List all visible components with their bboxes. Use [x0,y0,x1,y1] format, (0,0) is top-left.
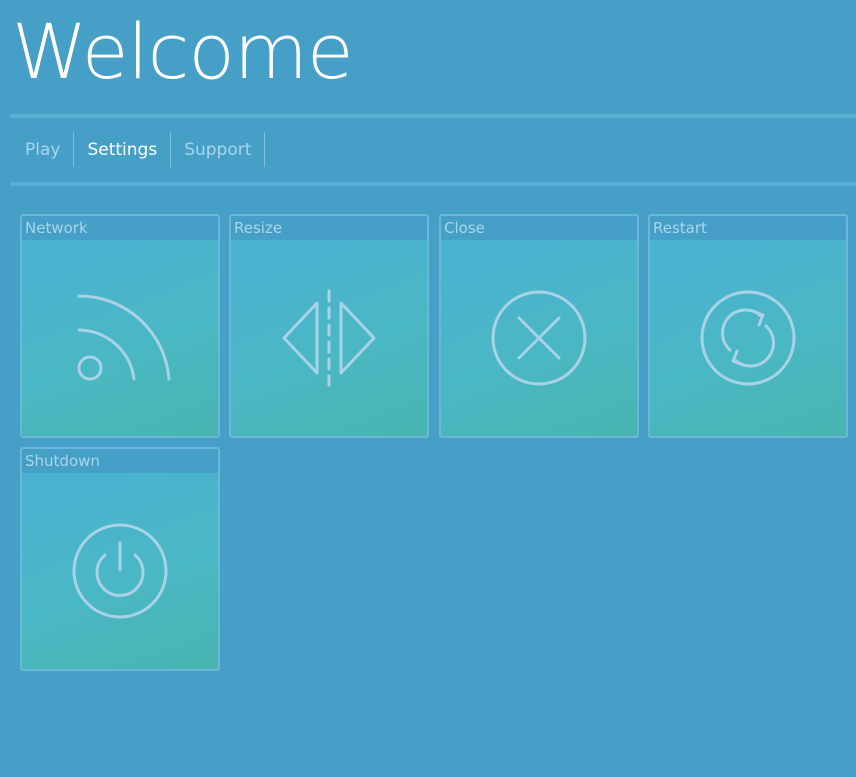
wifi-signal-icon [22,240,218,436]
power-icon [22,473,218,669]
tile-label: Close [441,216,637,240]
tile-label: Network [22,216,218,240]
nav-item-settings[interactable]: Settings [74,132,172,167]
tile-resize[interactable]: Resize [229,214,429,438]
nav-item-play[interactable]: Play [12,132,75,167]
tile-label: Resize [231,216,427,240]
nav-item-support[interactable]: Support [171,132,266,167]
tile-label: Restart [650,216,846,240]
nav-divider [10,182,856,186]
tile-shutdown[interactable]: Shutdown [20,447,220,671]
header-divider [10,114,856,118]
tile-label: Shutdown [22,449,218,473]
tile-restart[interactable]: Restart [648,214,848,438]
resize-icon [231,240,427,436]
tile-network[interactable]: Network [20,214,220,438]
restart-icon [650,240,846,436]
close-circle-icon [441,240,637,436]
page-title: Welcome [12,7,354,96]
main-nav: Play Settings Support [12,132,266,167]
tile-close[interactable]: Close [439,214,639,438]
